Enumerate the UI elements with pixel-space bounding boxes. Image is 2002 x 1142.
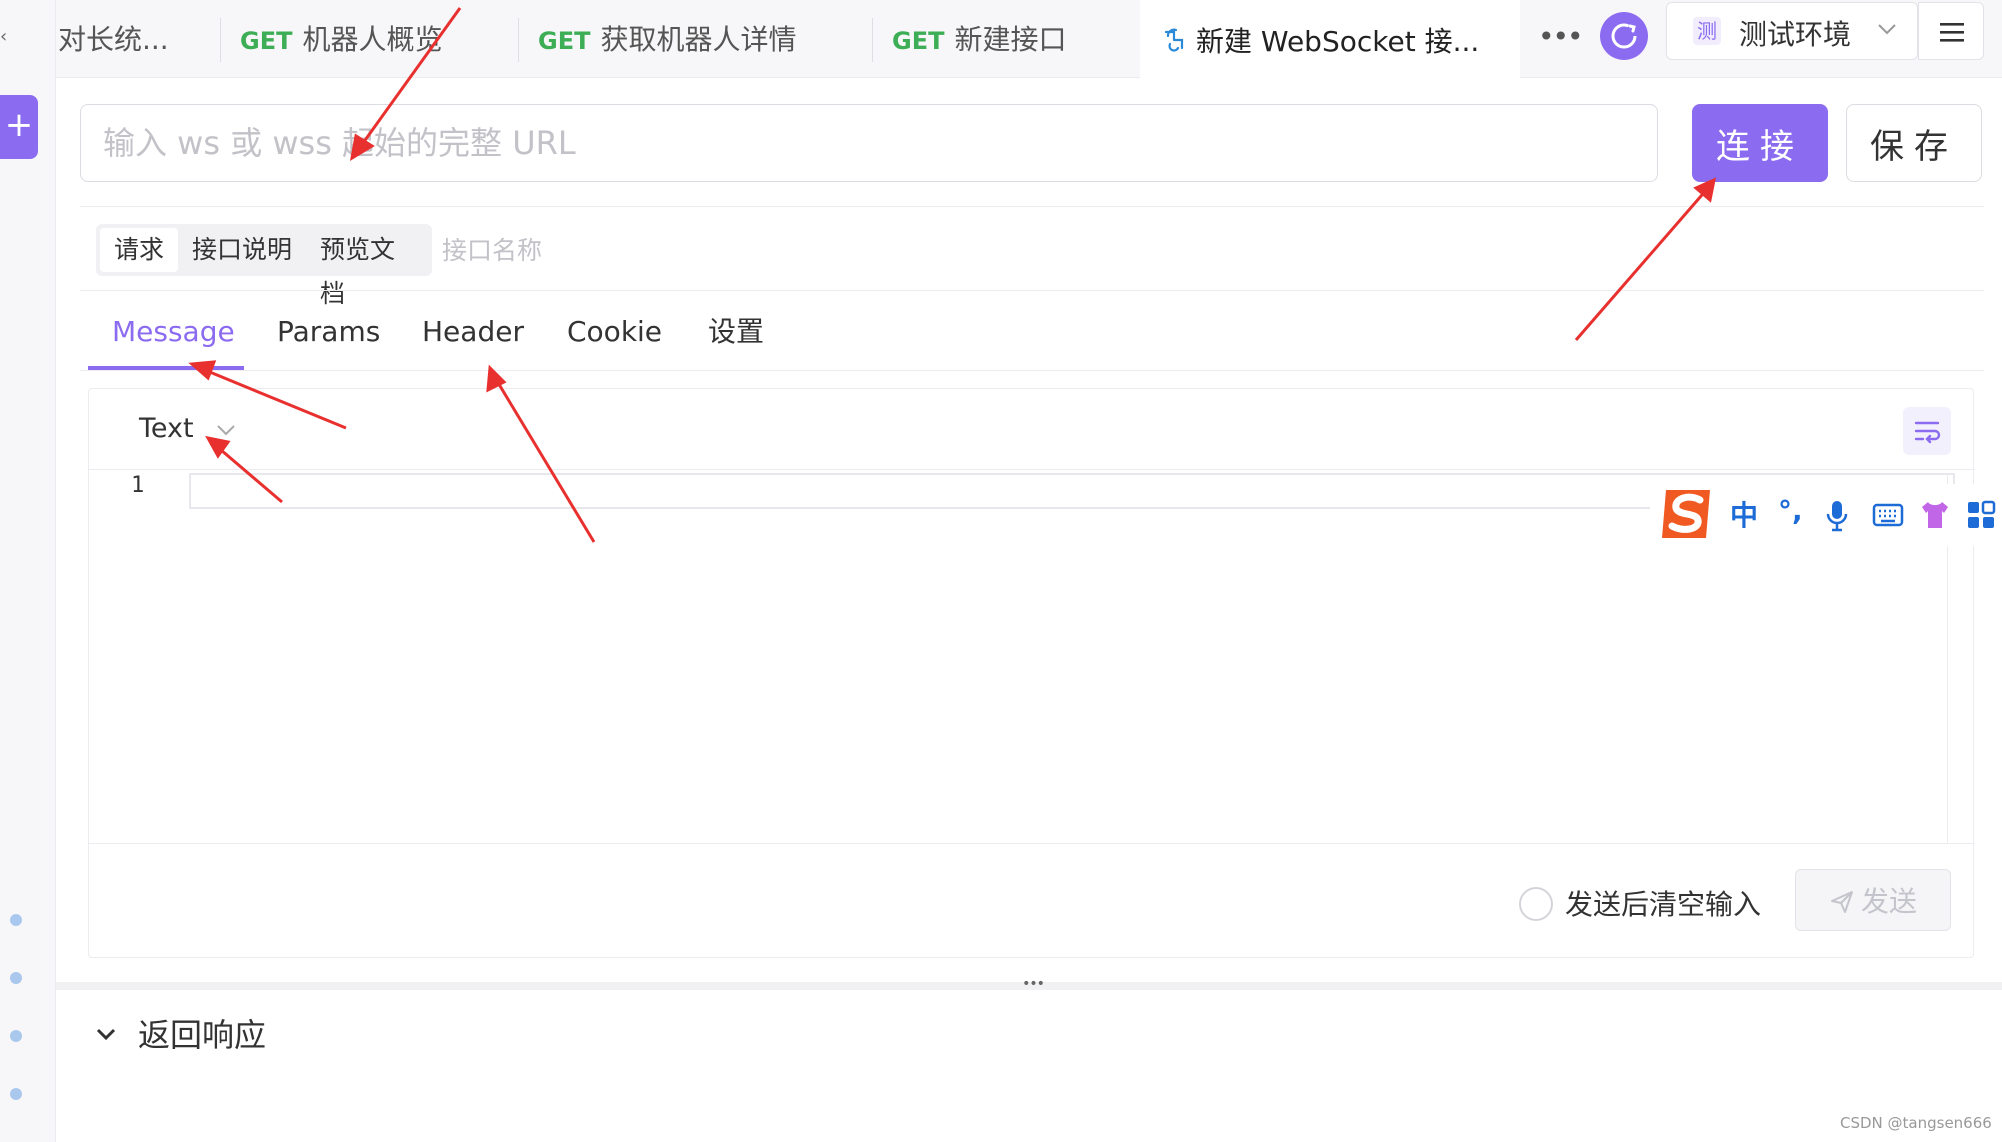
url-input[interactable]: [80, 104, 1658, 182]
microphone-icon[interactable]: [1826, 500, 1848, 532]
wrap-toggle-button[interactable]: [1903, 407, 1951, 455]
websocket-icon: [1164, 28, 1184, 52]
menu-button[interactable]: [1918, 2, 1984, 60]
divider: [80, 370, 1984, 371]
annotation-arrowhead: [486, 364, 507, 393]
more-icon[interactable]: •••: [1538, 22, 1584, 56]
ime-punct[interactable]: °,: [1778, 494, 1803, 527]
segment-request[interactable]: 请求: [100, 228, 179, 272]
tab-label: 机器人概览: [302, 23, 443, 56]
ime-lang[interactable]: 中: [1730, 494, 1758, 534]
chevron-down-icon[interactable]: [215, 419, 237, 441]
ime-toolbar: 中 °,: [1650, 484, 2002, 546]
annotation-arrowhead: [1693, 177, 1717, 203]
rail-dot[interactable]: [10, 914, 22, 926]
tab-settings[interactable]: 设置: [708, 312, 764, 362]
toolbox-grid-icon[interactable]: [1966, 500, 1996, 530]
add-icon[interactable]: +: [0, 95, 38, 159]
divider: [80, 290, 1984, 291]
tab-label: 对长统...: [58, 23, 169, 56]
keyboard-icon[interactable]: [1872, 502, 1904, 528]
divider: [89, 843, 1975, 844]
tab-label: 获取机器人详情: [600, 23, 797, 56]
connect-button[interactable]: 连接: [1692, 104, 1828, 182]
chevron-down-icon[interactable]: [94, 1022, 118, 1046]
chevron-down-icon: [1878, 24, 1896, 35]
tab-item[interactable]: GET 获取机器人详情: [538, 0, 796, 78]
tab-label: 新建 WebSocket 接...: [1196, 25, 1480, 58]
message-editor-panel: Text 1 发送后清空输入 发送: [88, 388, 1975, 958]
word-wrap-icon: [1914, 421, 1941, 444]
tab-params[interactable]: Params: [277, 312, 380, 362]
divider: [89, 469, 1975, 470]
sync-button[interactable]: [1600, 12, 1648, 60]
drag-handle-icon[interactable]: •••: [1020, 977, 1046, 991]
env-label: 测试环境: [1739, 18, 1852, 51]
hamburger-icon: [1940, 23, 1964, 42]
annotation-arrow: [1574, 187, 1710, 341]
skin-shirt-icon[interactable]: [1918, 498, 1952, 532]
tab-method: GET: [892, 27, 945, 55]
segment-preview[interactable]: 预览文档: [306, 228, 432, 308]
response-section-label[interactable]: 返回响应: [138, 1010, 266, 1056]
environment-select[interactable]: 测 测试环境: [1666, 2, 1918, 60]
line-number: 1: [131, 473, 145, 498]
tab-item[interactable]: GET 机器人概览: [240, 0, 442, 78]
watermark: CSDN @tangsen666: [1840, 1114, 1992, 1132]
sync-icon: [1611, 23, 1637, 49]
left-rail: [0, 0, 56, 1142]
sogou-logo-icon[interactable]: [1656, 484, 1718, 544]
tab-divider: [518, 18, 519, 62]
tab-item[interactable]: 对长统...: [58, 0, 169, 78]
send-label: 发送: [1860, 885, 1917, 918]
format-select-label[interactable]: Text: [139, 413, 194, 444]
tab-header[interactable]: Header: [422, 312, 524, 362]
segmented-control: 请求 接口说明 预览文档: [96, 224, 432, 308]
tab-method: GET: [538, 27, 591, 55]
clear-after-send-checkbox[interactable]: [1519, 887, 1553, 921]
send-icon: [1830, 891, 1853, 913]
env-badge: 测: [1693, 17, 1721, 45]
save-button[interactable]: 保存: [1846, 104, 1982, 182]
chevron-icon[interactable]: ‹: [0, 26, 12, 47]
rail-dot[interactable]: [10, 1030, 22, 1042]
tab-label: 新建接口: [954, 23, 1067, 56]
clear-after-send-label: 发送后清空输入: [1565, 888, 1762, 921]
rail-dot[interactable]: [10, 1088, 22, 1100]
tab-message[interactable]: Message: [112, 312, 235, 362]
divider: [80, 206, 1984, 207]
tab-item[interactable]: GET 新建接口: [892, 0, 1066, 78]
tab-divider: [872, 18, 873, 62]
send-button[interactable]: 发送: [1795, 869, 1951, 931]
tab-cookie[interactable]: Cookie: [567, 312, 662, 362]
tab-method: GET: [240, 27, 293, 55]
api-name-input[interactable]: [440, 228, 840, 272]
tab-divider: [220, 18, 221, 62]
segment-description[interactable]: 接口说明: [178, 228, 306, 272]
rail-dot[interactable]: [10, 972, 22, 984]
